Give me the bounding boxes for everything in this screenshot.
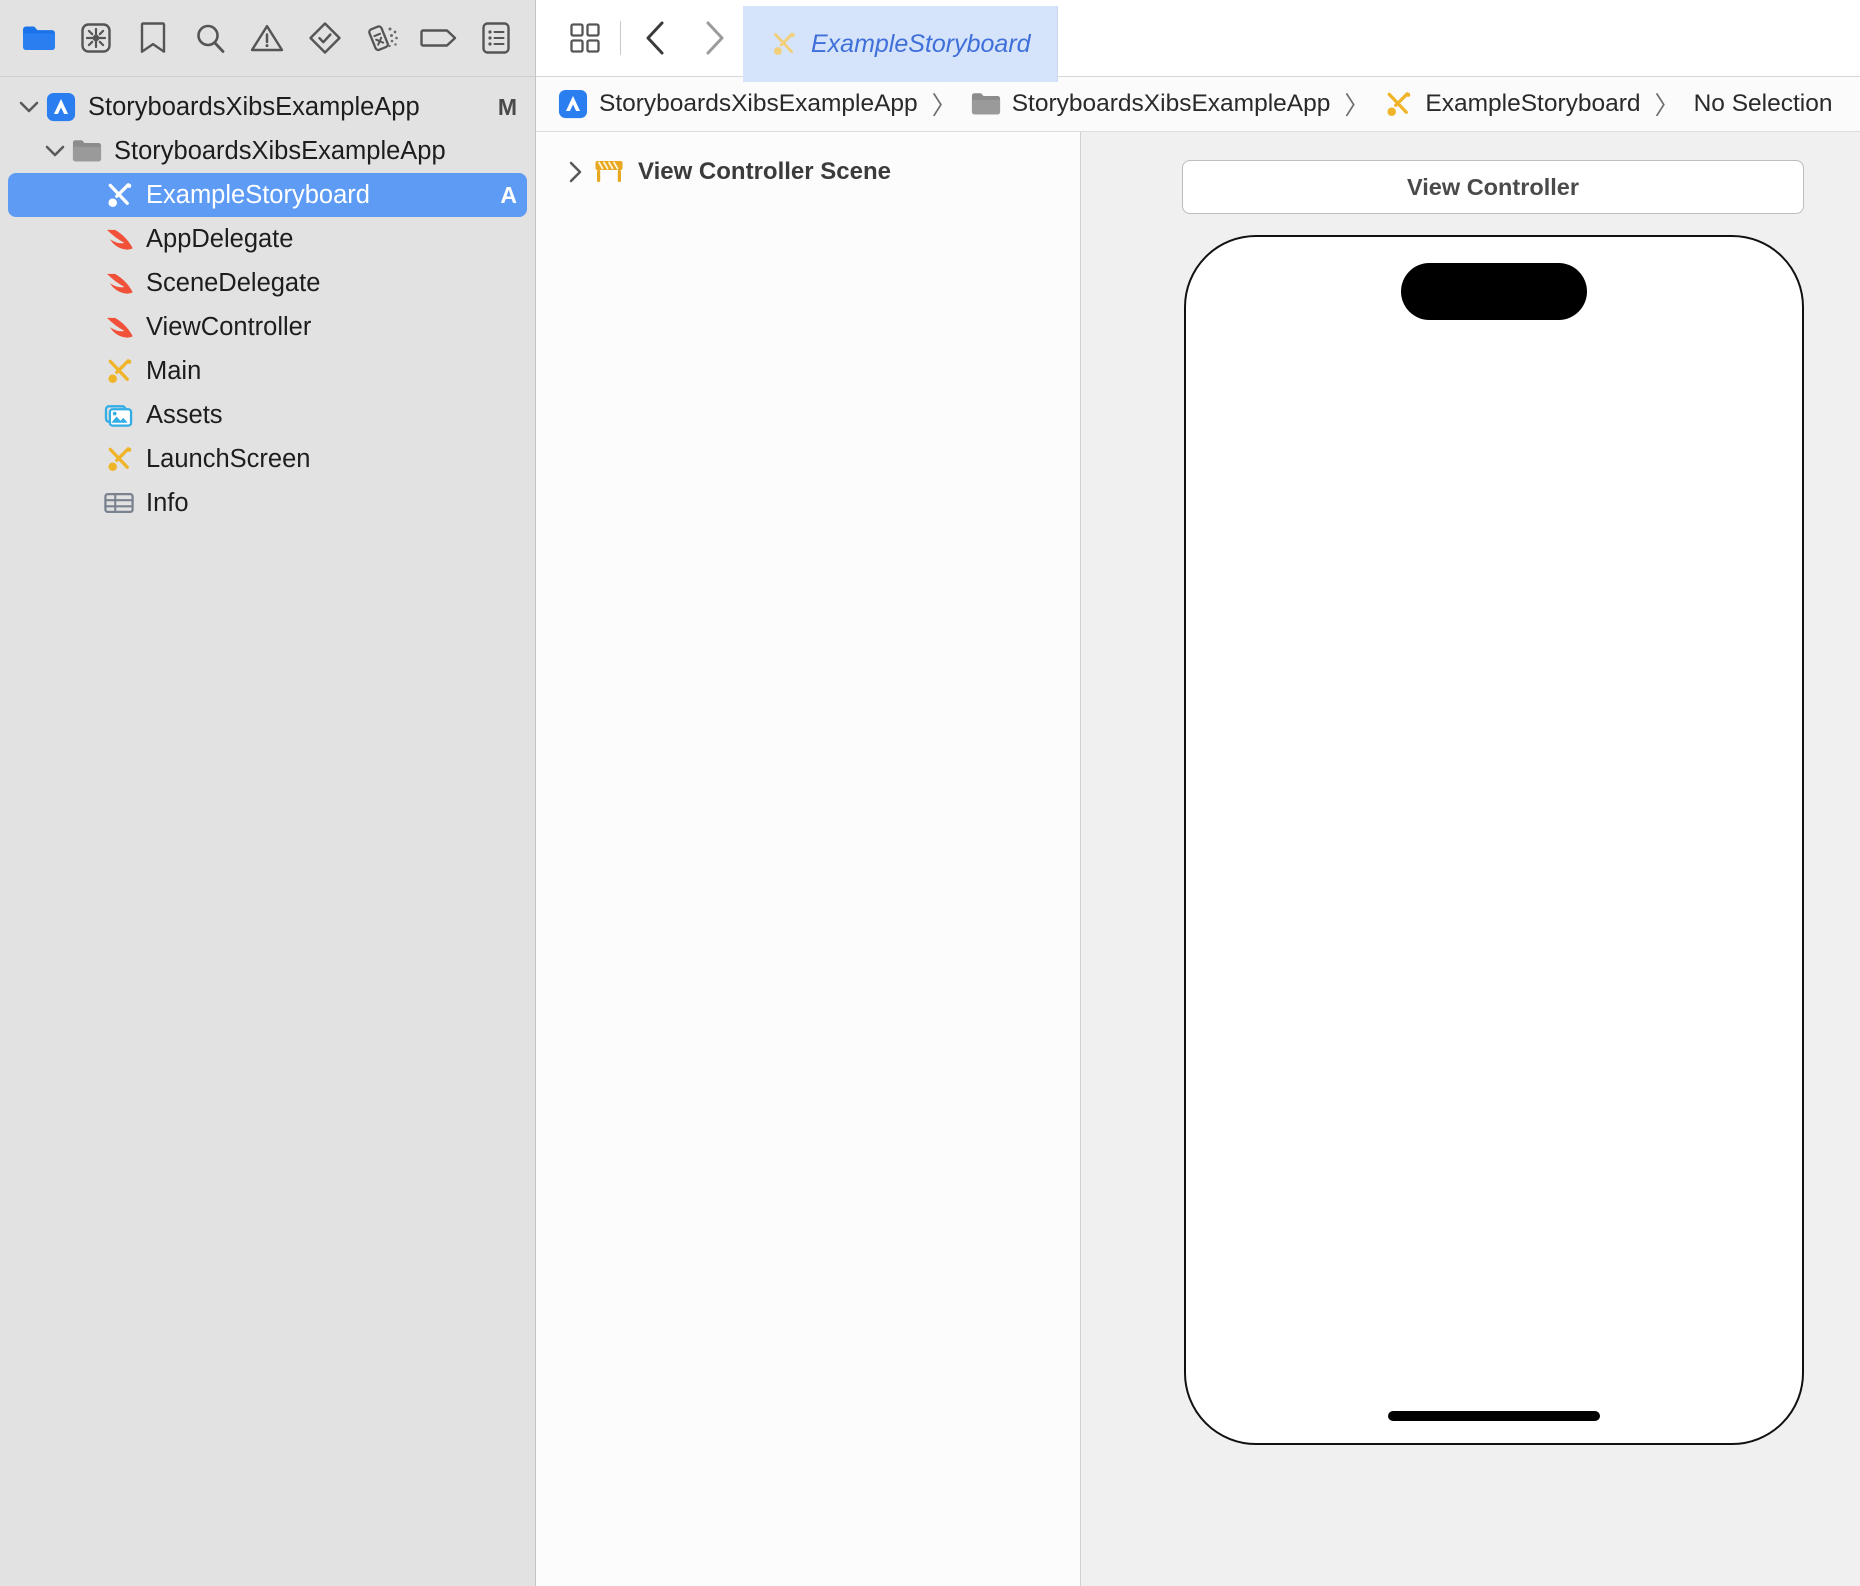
breadcrumb[interactable]: StoryboardsXibsExampleApp 〉 StoryboardsXib… xyxy=(536,77,1860,132)
dynamic-island xyxy=(1401,263,1587,320)
editor-tab-bar: ExampleStoryboard xyxy=(536,0,1860,77)
find-navigator-icon[interactable] xyxy=(182,10,239,66)
assets-catalog-icon xyxy=(104,402,135,429)
breadcrumb-separator: 〉 xyxy=(932,86,957,122)
folder-icon xyxy=(971,91,1001,117)
tab-title: ExampleStoryboard xyxy=(811,30,1031,59)
file-tree-row-label: LaunchScreen xyxy=(146,445,517,474)
scene-title-label: View Controller xyxy=(1407,174,1579,201)
breadcrumb-item[interactable]: ExampleStoryboard xyxy=(1383,89,1640,120)
project-navigator-icon[interactable] xyxy=(10,10,67,66)
file-tree-row[interactable]: Assets xyxy=(8,393,527,437)
chevron-down-icon[interactable] xyxy=(14,99,44,115)
device-preview[interactable] xyxy=(1184,235,1804,1445)
test-navigator-icon[interactable] xyxy=(296,10,353,66)
breadcrumb-item-label: StoryboardsXibsExampleApp xyxy=(1012,90,1331,118)
file-tree-row[interactable]: LaunchScreen xyxy=(8,437,527,481)
outline-item-label: View Controller Scene xyxy=(638,158,891,186)
breadcrumb-item[interactable]: StoryboardsXibsExampleApp xyxy=(971,90,1331,118)
home-indicator xyxy=(1388,1411,1600,1421)
storyboard-icon xyxy=(104,356,135,387)
breakpoint-navigator-icon[interactable] xyxy=(411,10,468,66)
swift-icon xyxy=(104,314,135,341)
file-status-badge: M xyxy=(498,94,517,121)
breadcrumb-item[interactable]: No Selection xyxy=(1694,90,1833,118)
file-tree-row[interactable]: StoryboardsXibsExampleApp M xyxy=(8,85,527,129)
file-status-badge: A xyxy=(500,182,517,209)
navigator-toolbar xyxy=(0,0,535,77)
storyboard-icon xyxy=(769,29,799,59)
chevron-down-icon[interactable] xyxy=(40,143,70,159)
scene-icon xyxy=(592,158,626,186)
file-tree-row[interactable]: ExampleStoryboard A xyxy=(8,173,527,217)
plist-icon xyxy=(104,490,134,516)
swift-icon xyxy=(104,270,135,297)
report-navigator-icon[interactable] xyxy=(468,10,525,66)
project-file-tree[interactable]: StoryboardsXibsExampleAppMStoryboardsXib… xyxy=(0,77,535,1586)
breadcrumb-item-label: StoryboardsXibsExampleApp xyxy=(599,90,918,118)
file-tree-row[interactable]: ViewController xyxy=(8,305,527,349)
navigator-pane: StoryboardsXibsExampleAppMStoryboardsXib… xyxy=(0,0,536,1586)
outline-item-view-controller-scene[interactable]: View Controller Scene xyxy=(536,152,1080,192)
bookmark-navigator-icon[interactable] xyxy=(124,10,181,66)
issue-navigator-icon[interactable] xyxy=(239,10,296,66)
file-tree-row-label: Main xyxy=(146,357,517,386)
breadcrumb-separator: 〉 xyxy=(1655,86,1680,122)
document-outline: View Controller Scene xyxy=(536,132,1081,1586)
storyboard-icon xyxy=(104,180,135,211)
breadcrumb-separator: 〉 xyxy=(1344,86,1369,122)
debug-navigator-icon[interactable] xyxy=(353,10,410,66)
swift-icon xyxy=(102,226,136,253)
storyboard-icon xyxy=(102,444,136,475)
editor-pane: ExampleStoryboard StoryboardsXibsExample… xyxy=(536,0,1860,1586)
breadcrumb-item-label: ExampleStoryboard xyxy=(1425,90,1640,118)
tab-overview-icon[interactable] xyxy=(556,9,614,67)
file-tree-row-label: SceneDelegate xyxy=(146,269,517,298)
tab-list: ExampleStoryboard xyxy=(743,0,1860,76)
breadcrumb-item[interactable]: StoryboardsXibsExampleApp xyxy=(558,89,918,119)
file-tree-row[interactable]: Info xyxy=(8,481,527,525)
app-project-icon xyxy=(44,92,78,122)
file-tree-row-label: AppDelegate xyxy=(146,225,517,254)
tab-bar-tools xyxy=(536,0,743,76)
file-tree-row-label: Assets xyxy=(146,401,517,430)
storyboard-icon xyxy=(1383,89,1414,120)
swift-icon xyxy=(102,314,136,341)
file-tree-row-label: ViewController xyxy=(146,313,517,342)
xcode-window: StoryboardsXibsExampleAppMStoryboardsXib… xyxy=(0,0,1860,1586)
plist-icon xyxy=(102,490,136,516)
file-tree-row-label: ExampleStoryboard xyxy=(146,181,490,210)
swift-icon xyxy=(104,226,135,253)
app-project-icon xyxy=(46,92,76,122)
toolbar-divider xyxy=(620,21,621,55)
editor-body: View Controller Scene View Controller xyxy=(536,132,1860,1586)
file-tree-row[interactable]: AppDelegate xyxy=(8,217,527,261)
storyboard-icon xyxy=(104,444,135,475)
storyboard-canvas[interactable]: View Controller xyxy=(1081,132,1860,1586)
file-tree-row[interactable]: Main xyxy=(8,349,527,393)
storyboard-icon xyxy=(102,356,136,387)
source-control-navigator-icon[interactable] xyxy=(67,10,124,66)
file-tree-row-label: StoryboardsXibsExampleApp xyxy=(88,93,488,122)
tab-example-storyboard[interactable]: ExampleStoryboard xyxy=(743,6,1058,82)
app-project-icon xyxy=(558,89,588,119)
chevron-right-icon[interactable] xyxy=(558,160,592,184)
file-tree-row-label: StoryboardsXibsExampleApp xyxy=(114,137,517,166)
assets-catalog-icon xyxy=(102,402,136,429)
storyboard-icon xyxy=(102,180,136,211)
back-chevron-icon[interactable] xyxy=(627,9,685,67)
breadcrumb-item-label: No Selection xyxy=(1694,90,1833,118)
folder-icon xyxy=(70,138,104,164)
forward-chevron-icon[interactable] xyxy=(685,9,743,67)
scene-title-bar[interactable]: View Controller xyxy=(1182,160,1804,214)
file-tree-row[interactable]: StoryboardsXibsExampleApp xyxy=(8,129,527,173)
file-tree-row-label: Info xyxy=(146,489,517,518)
folder-icon xyxy=(72,138,102,164)
swift-icon xyxy=(102,270,136,297)
file-tree-row[interactable]: SceneDelegate xyxy=(8,261,527,305)
